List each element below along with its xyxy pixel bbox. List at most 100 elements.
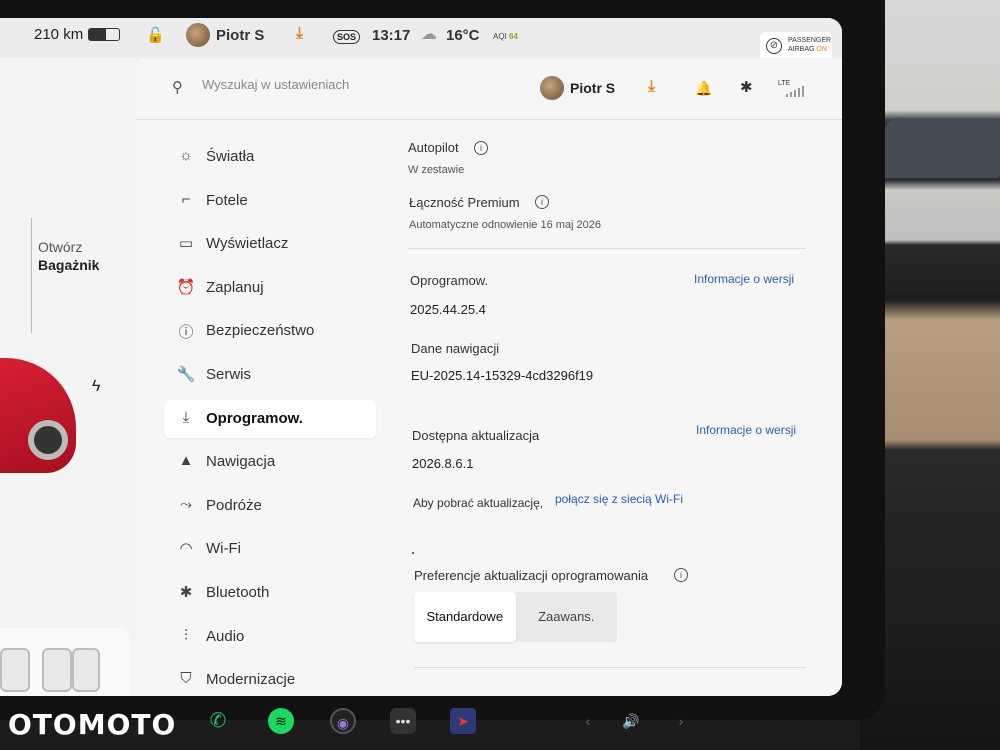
download-icon[interactable]: ⤓	[648, 78, 655, 96]
screen-bezel: 210 km 🔓 Piotr S ⤓ SOS 13:17 ☁ 16°C AQI …	[0, 0, 885, 720]
sidebar-item[interactable]: ⫶ Audio	[164, 618, 376, 656]
navigation-icon: ▲	[178, 452, 194, 470]
airbag-icon: ⊘	[766, 38, 782, 54]
sidebar-item[interactable]: ⛉ Modernizacje	[164, 661, 376, 696]
camera-icon[interactable]: ◉	[330, 708, 356, 734]
premium-connectivity-title: Łączność Premium	[409, 195, 520, 210]
divider	[31, 218, 32, 333]
display-icon: ▭	[178, 235, 194, 253]
charge-port-bolt-icon[interactable]: ϟ	[92, 378, 100, 396]
settings-card: ⚲ Piotr S ⤓ 🔔 ✱ LTE ☼ Światła ⌐ Fotele ▭ Wyśw…	[136, 58, 842, 696]
alert-icon: ⓘ	[178, 324, 194, 342]
spotify-icon[interactable]: ≋	[268, 708, 294, 734]
sidebar-item[interactable]: ▲ Nawigacja	[164, 443, 376, 481]
info-icon[interactable]: i	[535, 195, 549, 209]
premium-renewal-date: Automatyczne odnowienie 16 maj 2026	[409, 219, 602, 231]
battery-icon	[88, 28, 120, 41]
seat-icon: ⌐	[181, 190, 191, 208]
alarm-clock-icon: ⏰	[176, 278, 196, 296]
info-icon[interactable]: i	[674, 568, 688, 582]
sos-button[interactable]: SOS	[333, 30, 361, 44]
sidebar-item[interactable]: 🔧 Serwis	[164, 356, 376, 394]
update-version: 2026.8.6.1	[412, 456, 474, 471]
avatar[interactable]	[186, 23, 210, 47]
sidebar-item-label: Podróże	[206, 496, 262, 514]
seat-icon[interactable]	[0, 648, 30, 692]
release-notes-link[interactable]: Informacje o wersji	[694, 272, 794, 286]
aqi-indicator: AQI 64	[493, 32, 518, 41]
connect-wifi-link[interactable]: połącz się z siecią Wi-Fi	[555, 492, 683, 506]
autopilot-title: Autopilot	[408, 140, 459, 155]
sidebar-item-label: Zaplanuj	[206, 278, 264, 296]
divider	[414, 667, 806, 668]
sidebar-item-label: Nawigacja	[206, 453, 276, 471]
download-icon: ⤓	[182, 408, 190, 426]
info-icon[interactable]: i	[474, 141, 488, 155]
advanced-option[interactable]: Zaawans.	[516, 592, 618, 642]
standard-option[interactable]: Standardowe	[414, 592, 516, 642]
sidebar-item[interactable]: ◠ Wi-Fi	[164, 530, 376, 568]
background-parked-car	[882, 118, 1000, 178]
update-release-notes-link[interactable]: Informacje o wersji	[696, 423, 796, 437]
car-wheel	[28, 420, 68, 460]
sidebar-item-label: Oprogramow.	[206, 409, 303, 427]
chevron-right-icon[interactable]: ›	[668, 708, 694, 734]
seat-icon[interactable]	[42, 648, 72, 692]
more-apps-icon[interactable]: •••	[390, 708, 416, 734]
open-trunk-button[interactable]: Otwórz Bagażnik	[38, 238, 99, 274]
download-progress	[412, 552, 414, 554]
sidebar-item[interactable]: ⓘ Bezpieczeństwo	[164, 312, 376, 350]
update-available-title: Dostępna aktualizacja	[412, 428, 540, 443]
software-title: Oprogramow.	[410, 273, 489, 288]
bluetooth-icon[interactable]: ✱	[740, 78, 753, 96]
sidebar-item-label: Wi-Fi	[206, 540, 241, 558]
update-preference-toggle: Standardowe Zaawans.	[414, 592, 617, 642]
settings-menu: ☼ Światła ⌐ Fotele ▭ Wyświetlacz ⏰ Zaplanuj ⓘ Bez…	[164, 138, 376, 696]
seat-heater-panel	[0, 628, 130, 696]
sidebar-item[interactable]: ▭ Wyświetlacz	[164, 225, 376, 263]
download-icon[interactable]: ⤓	[296, 25, 303, 43]
sidebar-item[interactable]: ⌐ Fotele	[164, 182, 376, 220]
clock: 13:17	[372, 27, 411, 44]
sidebar-item-label: Fotele	[206, 191, 248, 209]
bell-icon[interactable]: 🔔	[695, 80, 712, 97]
signal-strength-icon	[786, 86, 804, 97]
audio-icon: ⫶	[184, 626, 188, 644]
profile-name[interactable]: Piotr S	[570, 80, 615, 96]
settings-header: ⚲ Piotr S ⤓ 🔔 ✱ LTE	[136, 58, 842, 120]
range-display: 210 km	[34, 26, 84, 43]
shopping-bag-icon: ⛉	[180, 670, 192, 688]
seat-icon[interactable]	[72, 648, 100, 692]
sidebar-item[interactable]: ⤓ Oprogramow.	[164, 399, 376, 438]
search-input[interactable]	[202, 77, 422, 92]
wrench-icon: 🔧	[176, 365, 196, 383]
sidebar-item-label: Modernizacje	[206, 671, 296, 689]
navigation-app-icon[interactable]: ➤	[450, 708, 476, 734]
wifi-icon: ◠	[179, 540, 193, 558]
volume-icon[interactable]: 🔊	[618, 708, 644, 734]
weather-cloud-icon: ☁	[421, 26, 437, 43]
phone-icon[interactable]: ✆	[205, 708, 231, 734]
avatar[interactable]	[540, 76, 564, 100]
chevron-left-icon[interactable]: ‹	[575, 708, 601, 734]
divider	[408, 248, 806, 249]
sidebar-item-label: Wyświetlacz	[206, 235, 289, 253]
car-visualization-panel: Otwórz Bagażnik ϟ ✱	[0, 58, 136, 696]
sidebar-item[interactable]: ⏰ Zaplanuj	[164, 269, 376, 307]
sidebar-item-label: Bezpieczeństwo	[206, 322, 315, 340]
sidebar-item[interactable]: ☼ Światła	[164, 138, 376, 176]
unlock-icon[interactable]: 🔓	[146, 26, 165, 44]
sidebar-item-label: Bluetooth	[206, 583, 270, 601]
sidebar-item-label: Światła	[206, 148, 255, 165]
sidebar-item[interactable]: ✱ Bluetooth	[164, 574, 376, 612]
driver-profile-name[interactable]: Piotr S	[216, 27, 264, 44]
sidebar-item[interactable]: ⤳ Podróże	[164, 487, 376, 525]
light-icon: ☼	[179, 147, 193, 164]
status-bar: 210 km 🔓 Piotr S ⤓ SOS 13:17 ☁ 16°C AQI …	[0, 18, 842, 58]
update-preferences-title: Preferencje aktualizacji oprogramowania	[414, 568, 649, 583]
software-version: 2025.44.25.4	[410, 302, 486, 317]
touchscreen: 210 km 🔓 Piotr S ⤓ SOS 13:17 ☁ 16°C AQI …	[0, 18, 842, 696]
temperature: 16°C	[446, 27, 480, 44]
search-icon[interactable]: ⚲	[172, 78, 183, 96]
nav-data-title: Dane nawigacji	[411, 341, 500, 356]
